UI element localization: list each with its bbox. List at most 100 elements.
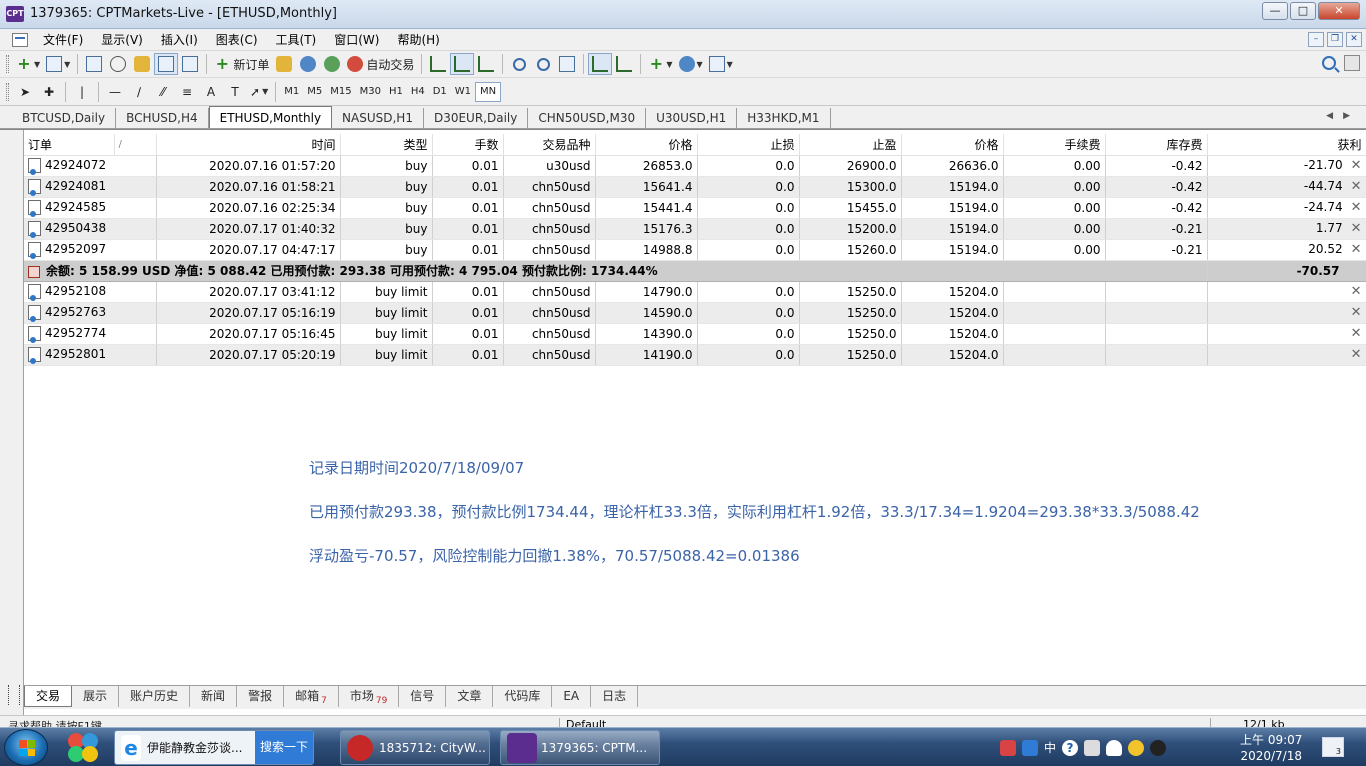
pinned-app-button[interactable] — [62, 730, 106, 765]
market-watch-button[interactable] — [82, 53, 106, 75]
close-order-icon[interactable]: ✕ — [1351, 305, 1362, 320]
strategy-tester-button[interactable] — [178, 53, 202, 75]
table-row[interactable]: 42952097 2020.07.17 04:47:17 buy 0.01 chn50u… — [24, 239, 1366, 261]
close-order-icon[interactable]: ✕ — [1351, 158, 1362, 173]
close-order-icon[interactable]: ✕ — [1351, 179, 1362, 194]
table-row[interactable]: 42952108 2020.07.17 03:41:12 buy limit 0.01… — [24, 281, 1366, 303]
text-label-button[interactable]: T — [223, 81, 247, 103]
chart-window-icon[interactable] — [12, 32, 28, 47]
zoom-out-button[interactable] — [531, 53, 555, 75]
periods-button[interactable]: ▼ — [676, 53, 706, 75]
notification-bell-icon[interactable] — [1106, 739, 1123, 756]
tab-scroll-arrows[interactable]: ◀▶ — [1326, 111, 1360, 121]
vertical-line-button[interactable]: | — [70, 81, 94, 103]
close-order-icon[interactable]: ✕ — [1351, 221, 1362, 236]
col-type[interactable]: 类型 — [340, 134, 433, 156]
timeframe-m5[interactable]: M5 — [303, 86, 326, 97]
col-symbol[interactable]: 交易品种 — [503, 134, 596, 156]
taskbar-cpt-window[interactable]: 1379365: CPTM... — [500, 730, 660, 765]
new-chart-button[interactable]: + ▼ — [13, 53, 43, 75]
security-icon[interactable] — [1128, 739, 1145, 756]
trendline-button[interactable]: ∕ — [127, 81, 151, 103]
close-order-icon[interactable]: ✕ — [1351, 326, 1362, 341]
chat-icon[interactable] — [1344, 55, 1360, 71]
taskbar-cityw-window[interactable]: 1835712: CityW... — [340, 730, 490, 765]
chart-tab-chn50usd[interactable]: CHN50USD,M30 — [528, 108, 647, 128]
tab-code-base[interactable]: 代码库 — [493, 686, 553, 707]
close-button[interactable]: ✕ — [1318, 2, 1360, 20]
chart-shift-button[interactable] — [612, 53, 636, 75]
close-order-icon[interactable]: ✕ — [1351, 347, 1362, 362]
col-profit[interactable]: 获利 — [1207, 134, 1366, 156]
horizontal-line-button[interactable]: — — [103, 81, 127, 103]
chart-tab-btcusd[interactable]: BTCUSD,Daily — [12, 108, 117, 128]
menu-insert[interactable]: 插入(I) — [152, 31, 207, 48]
timeframe-h4[interactable]: H4 — [407, 86, 429, 97]
mdi-minimize-button[interactable]: – — [1308, 32, 1324, 47]
tab-account-history[interactable]: 账户历史 — [119, 686, 191, 707]
close-order-icon[interactable]: ✕ — [1351, 200, 1362, 215]
metaeditor-button[interactable] — [272, 53, 296, 75]
col-stop-loss[interactable]: 止损 — [697, 134, 800, 156]
tab-trade[interactable]: 交易 — [24, 686, 73, 707]
equidistant-channel-button[interactable]: ⁄⁄ — [151, 81, 175, 103]
terminal-button[interactable] — [154, 53, 179, 75]
chart-tab-d30eur[interactable]: D30EUR,Daily — [424, 108, 529, 128]
col-swap[interactable]: 库存费 — [1105, 134, 1208, 156]
col-time[interactable]: 时间 — [156, 134, 341, 156]
chart-tab-bchusd[interactable]: BCHUSD,H4 — [116, 108, 209, 128]
tile-windows-button[interactable] — [555, 53, 579, 75]
table-row[interactable]: 42952763 2020.07.17 05:16:19 buy limit 0.01… — [24, 302, 1366, 324]
qq-penguin-icon[interactable] — [1150, 739, 1167, 756]
bar-chart-button[interactable] — [426, 53, 450, 75]
indicators-button[interactable]: + ▼ — [645, 53, 675, 75]
toolbar-grip[interactable] — [6, 55, 9, 73]
show-desktop-button[interactable]: 3 — [1322, 737, 1344, 757]
toolbar-grip[interactable] — [6, 82, 9, 101]
menu-window[interactable]: 窗口(W) — [325, 31, 388, 48]
new-order-button[interactable]: + 新订单 — [211, 53, 272, 75]
table-row[interactable]: 42950438 2020.07.17 01:40:32 buy 0.01 chn50u… — [24, 218, 1366, 240]
tab-exposure[interactable]: 展示 — [72, 686, 120, 707]
table-row[interactable]: 42924081 2020.07.16 01:58:21 buy 0.01 chn50u… — [24, 176, 1366, 198]
cursor-button[interactable]: ➤ — [13, 81, 37, 103]
search-icon[interactable] — [1322, 56, 1336, 70]
qq-input-icon[interactable] — [1022, 739, 1038, 756]
start-button[interactable] — [4, 729, 48, 766]
table-row[interactable]: 42924072 2020.07.16 01:57:20 buy 0.01 u30usd… — [24, 155, 1366, 177]
close-order-icon[interactable]: ✕ — [1351, 284, 1362, 299]
table-row[interactable]: 42924585 2020.07.16 02:25:34 buy 0.01 chn50u… — [24, 197, 1366, 219]
table-row[interactable]: 42952801 2020.07.17 05:20:19 buy limit 0.01… — [24, 344, 1366, 366]
menu-charts[interactable]: 图表(C) — [207, 31, 267, 48]
profiles-button[interactable]: ▼ — [43, 53, 73, 75]
tab-signals[interactable]: 信号 — [399, 686, 447, 707]
minimize-button[interactable]: — — [1262, 2, 1288, 20]
signals-button[interactable] — [320, 53, 344, 75]
crosshair-button[interactable]: ✚ — [37, 81, 61, 103]
auto-trading-button[interactable]: 自动交易 — [344, 53, 417, 75]
tab-alerts[interactable]: 警报 — [237, 686, 285, 707]
navigator-button[interactable] — [130, 53, 154, 75]
templates-button[interactable]: ▼ — [706, 53, 736, 75]
timeframe-m30[interactable]: M30 — [356, 86, 385, 97]
terminal-grip[interactable] — [8, 685, 20, 705]
col-commission[interactable]: 手续费 — [1003, 134, 1106, 156]
close-order-icon[interactable]: ✕ — [1351, 242, 1362, 257]
col-open-price[interactable]: 价格 — [595, 134, 698, 156]
zoom-in-button[interactable] — [507, 53, 531, 75]
fibonacci-button[interactable]: ≡ — [175, 81, 199, 103]
col-order[interactable]: 订单 — [24, 134, 115, 156]
menu-tools[interactable]: 工具(T) — [267, 31, 326, 48]
tab-articles[interactable]: 文章 — [446, 686, 494, 707]
chart-tab-ethusd[interactable]: ETHUSD,Monthly — [208, 106, 333, 128]
mdi-close-button[interactable]: ✕ — [1346, 32, 1362, 47]
data-window-button[interactable] — [106, 53, 130, 75]
chart-tab-nasusd[interactable]: NASUSD,H1 — [332, 108, 424, 128]
network-icon[interactable] — [1084, 739, 1101, 756]
auto-scroll-button[interactable] — [588, 53, 613, 75]
help-icon[interactable]: ? — [1062, 739, 1079, 756]
system-clock[interactable]: 上午 09:07 2020/7/18 — [1240, 732, 1302, 764]
pdf-icon[interactable] — [1000, 739, 1016, 756]
tab-mailbox[interactable]: 邮箱 7 — [284, 686, 339, 707]
timeframe-h1[interactable]: H1 — [385, 86, 407, 97]
